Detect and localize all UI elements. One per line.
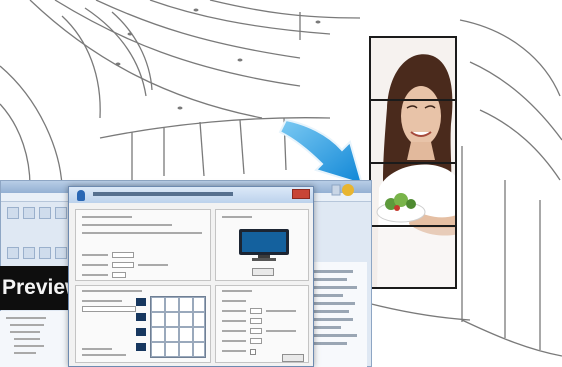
wall-panel-4 [371,227,455,287]
toolbar-button[interactable] [23,247,35,259]
toolbar-button[interactable] [7,207,19,219]
value-field[interactable] [250,328,262,334]
wall-panel-3 [371,164,455,227]
toolbar-button[interactable] [39,207,51,219]
option-checkbox[interactable] [250,349,256,355]
value-field[interactable] [112,272,126,278]
window-top-icons [330,183,354,202]
wall-panel-2 [371,101,455,164]
identify-button[interactable] [252,268,274,276]
preview-label: Preview [0,266,76,310]
monitor-preview-group [215,209,309,281]
monitor-thumbnail [136,343,146,351]
tree-pane [0,311,76,367]
value-field[interactable] [250,338,262,344]
monitor-thumbnail [136,313,146,321]
video-wall-settings-dialog [68,186,314,367]
wall-panel-1 [371,38,455,101]
mascot-icon [77,190,85,201]
dialog-title [93,192,233,196]
close-button[interactable] [292,189,310,199]
toolbar-button[interactable] [7,247,19,259]
monitor-icon [239,229,289,261]
toolbar-button[interactable] [23,207,35,219]
video-wall-display [369,36,457,289]
settings-group [75,209,211,281]
properties-pane [308,262,367,367]
value-field[interactable] [250,308,262,314]
value-field[interactable] [82,306,136,312]
dialog-titlebar [69,187,313,203]
promo-illustration: Preview [0,0,562,367]
layout-group [75,285,211,363]
monitor-thumbnail [136,328,146,336]
layout-grid[interactable] [150,296,206,358]
toolbar-button[interactable] [39,247,51,259]
bezel-settings-group [215,285,309,363]
toolbar-button[interactable] [55,207,67,219]
ok-button[interactable] [282,354,304,362]
value-field[interactable] [112,262,134,268]
toolbar [5,205,75,259]
value-field[interactable] [250,318,262,324]
toolbar-button[interactable] [55,247,67,259]
value-field[interactable] [112,252,134,258]
monitor-thumbnail [136,298,146,306]
